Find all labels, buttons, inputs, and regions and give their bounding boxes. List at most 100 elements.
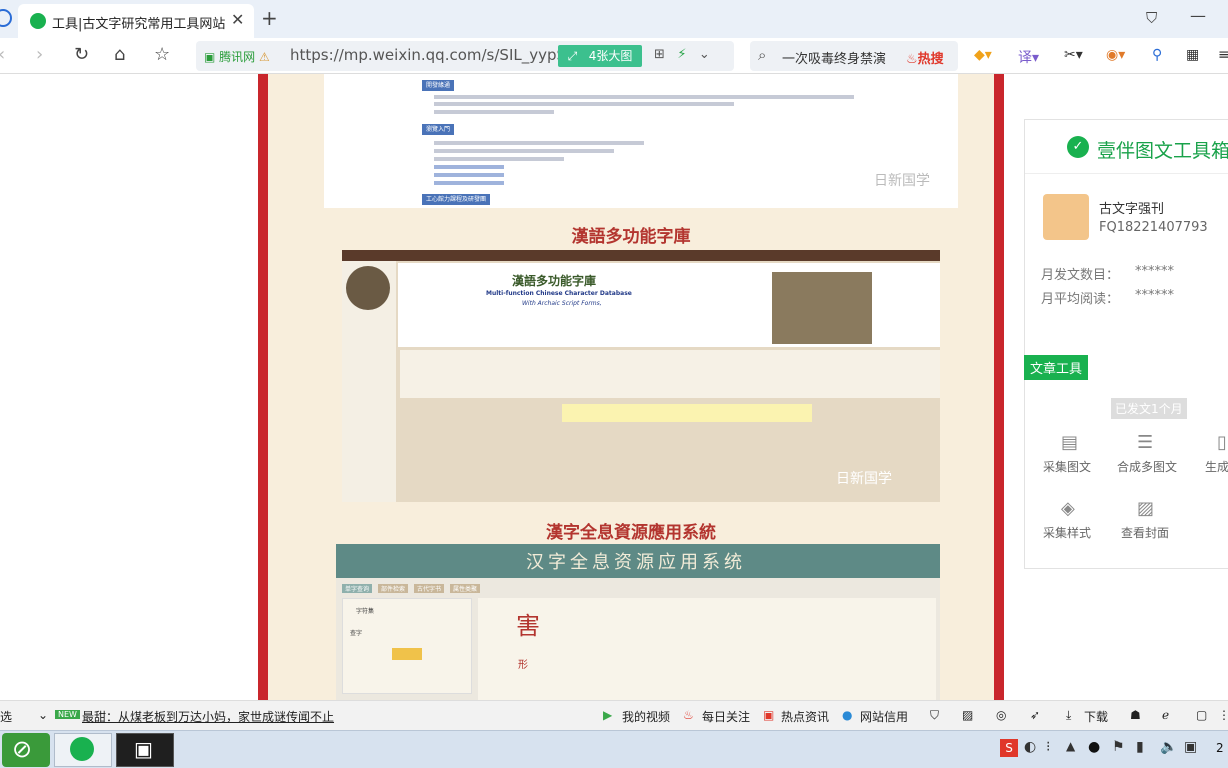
image-text-block: [400, 350, 940, 398]
more-icon[interactable]: ⋮: [1218, 708, 1228, 722]
hot-search-label[interactable]: ♨热搜: [906, 48, 944, 67]
scissors-icon[interactable]: ✂▾: [1064, 47, 1083, 63]
panel-logo-icon: ✓: [1067, 136, 1089, 158]
layers-icon[interactable]: ◈: [1061, 498, 1075, 519]
section-title: 漢字全息資源應用系統: [546, 523, 716, 543]
image-topbar: [342, 250, 940, 261]
tray-icon[interactable]: ◐: [1024, 739, 1036, 755]
image-logo: [346, 266, 390, 310]
account-avatar[interactable]: [1043, 194, 1089, 240]
tool-collect-article[interactable]: 采集图文: [1043, 458, 1091, 475]
image-text-line: [434, 149, 614, 153]
grid-icon[interactable]: ⊞: [654, 47, 665, 62]
image-stone-photo: [772, 272, 872, 344]
tab-active[interactable]: 工具|古文字研究常用工具网站 ✕: [18, 4, 254, 38]
speed-icon[interactable]: ◎: [996, 708, 1006, 722]
status-my-videos[interactable]: 我的视频: [622, 708, 670, 725]
camera-icon: ▣: [134, 737, 153, 761]
apps-grid-icon[interactable]: ▦: [1186, 47, 1199, 63]
ie-icon[interactable]: ℯ: [1162, 708, 1169, 722]
tray-icon[interactable]: ▮: [1136, 739, 1144, 755]
shield-check-icon: ▣: [204, 50, 216, 64]
tool-collect-style[interactable]: 采集样式: [1043, 524, 1091, 541]
url-text[interactable]: https://mp.weixin.qq.com/s/SIL_yypSZF: [290, 46, 585, 64]
collect-article-icon[interactable]: ▤: [1061, 432, 1078, 453]
news-link[interactable]: 最甜：从煤老板到万达小妈，家世成谜传闻不止: [82, 708, 334, 725]
panel-title: 壹伴图文工具箱: [1097, 140, 1228, 162]
magnifier-extension-icon[interactable]: ⚲: [1152, 47, 1162, 63]
nav-bar: ‹ › ↻ ⌂ ☆ ▣ 腾讯网 ⚠ https://mp.weixin.qq.c…: [0, 38, 1228, 74]
picture-icon[interactable]: ▨: [962, 708, 973, 722]
search-box[interactable]: ⌕ 一次吸毒终身禁演 ♨热搜: [750, 41, 958, 71]
shield-icon[interactable]: ⛉: [930, 708, 939, 723]
favorite-star-icon[interactable]: ☆: [154, 44, 170, 65]
account-id: FQ18221407793: [1099, 220, 1208, 235]
chevron-down-icon[interactable]: ⌄: [38, 708, 48, 722]
rocket-icon[interactable]: ➶: [1030, 708, 1040, 722]
download-icon[interactable]: ⤓: [1066, 708, 1071, 723]
section-bar: 工心館力課程及研發團: [422, 194, 491, 205]
section-bar: 開發緣通: [422, 80, 455, 91]
watermark: 日新国学: [836, 471, 892, 487]
menu-icon[interactable]: ≡: [1218, 47, 1228, 63]
image-subtitle: With Archaic Script Forms,: [522, 300, 602, 307]
lightning-icon[interactable]: ⚡: [677, 47, 686, 62]
home-icon[interactable]: ⌂: [114, 44, 125, 65]
tab-title: 工具|古文字研究常用工具网站: [52, 17, 226, 32]
address-bar[interactable]: ▣ 腾讯网 ⚠ https://mp.weixin.qq.com/s/SIL_y…: [196, 41, 734, 71]
status-site-credit[interactable]: 网站信用: [860, 708, 908, 725]
avg-reads-label: 月平均阅读：: [1041, 292, 1120, 307]
network-icon[interactable]: ▣: [1184, 739, 1197, 755]
tool-merge-articles[interactable]: 合成多图文: [1117, 458, 1177, 475]
status-download[interactable]: 下载: [1084, 708, 1108, 725]
forward-icon[interactable]: ›: [36, 44, 43, 65]
chevron-down-icon[interactable]: ⌄: [699, 47, 710, 62]
image-tab: 单字查询: [342, 584, 373, 593]
incognito-icon[interactable]: ☗: [1130, 708, 1141, 722]
tray-icon[interactable]: ⁝: [1046, 739, 1050, 755]
news-badge: NEW: [55, 710, 80, 719]
image-footer-box: [562, 404, 812, 422]
news-icon: ▣: [763, 708, 775, 722]
tool-generate[interactable]: 生成: [1205, 458, 1228, 475]
shirt-icon[interactable]: ⛉: [1146, 9, 1157, 27]
status-daily[interactable]: 每日关注: [702, 708, 750, 725]
merge-articles-icon[interactable]: ☰: [1137, 432, 1153, 453]
image-subtitle: Multi-function Chinese Character Databas…: [486, 290, 632, 297]
image-icon[interactable]: ▨: [1137, 498, 1154, 519]
speaker-icon[interactable]: 🔈: [1160, 739, 1177, 755]
minimize-icon[interactable]: —: [1190, 6, 1206, 25]
coin-extension-icon[interactable]: ◆▾: [974, 47, 992, 63]
clock[interactable]: 2: [1216, 741, 1224, 755]
cert-label[interactable]: ▣ 腾讯网 ⚠: [204, 48, 270, 65]
gamepad-icon[interactable]: ◉▾: [1106, 47, 1125, 63]
fire-icon: ♨: [906, 52, 918, 67]
image-field-label: 查字: [350, 630, 363, 637]
section-title: 漢語多功能字庫: [571, 227, 691, 247]
translate-extension-icon[interactable]: 译▾: [1018, 47, 1039, 67]
flag-icon[interactable]: ⚑: [1112, 739, 1125, 755]
search-query[interactable]: 一次吸毒终身禁演: [782, 48, 886, 67]
start-orb-icon: ⊘: [12, 735, 33, 763]
new-tab-icon[interactable]: +: [261, 6, 278, 30]
address-tools: ⊞ ⚡ ⌄: [654, 47, 710, 62]
browser-logo-icon[interactable]: [0, 9, 12, 27]
sogou-icon[interactable]: S: [1000, 739, 1018, 757]
image-title: 漢語多功能字庫: [512, 274, 597, 288]
image-text-line: [434, 95, 854, 99]
avg-reads-value: ******: [1135, 288, 1174, 303]
chevron-up-icon[interactable]: ▲: [1066, 739, 1075, 753]
image-badge[interactable]: ⤢ 4张大图: [558, 45, 642, 67]
status-hot-news[interactable]: 热点资讯: [781, 708, 829, 725]
back-icon[interactable]: ‹: [0, 44, 5, 65]
video-icon: ▶: [603, 708, 613, 722]
tool-view-cover[interactable]: 查看封面: [1121, 524, 1169, 541]
qq-icon[interactable]: ●: [1088, 739, 1100, 755]
generate-icon[interactable]: ▯: [1217, 432, 1227, 453]
reload-icon[interactable]: ↻: [74, 44, 89, 65]
status-left[interactable]: 选: [0, 708, 12, 725]
close-tab-icon[interactable]: ✕: [231, 10, 244, 29]
image-query-button: [392, 648, 422, 660]
window-icon[interactable]: ▢: [1196, 708, 1207, 722]
tab-bar: 工具|古文字研究常用工具网站 ✕ + ⛉ —: [0, 0, 1228, 38]
